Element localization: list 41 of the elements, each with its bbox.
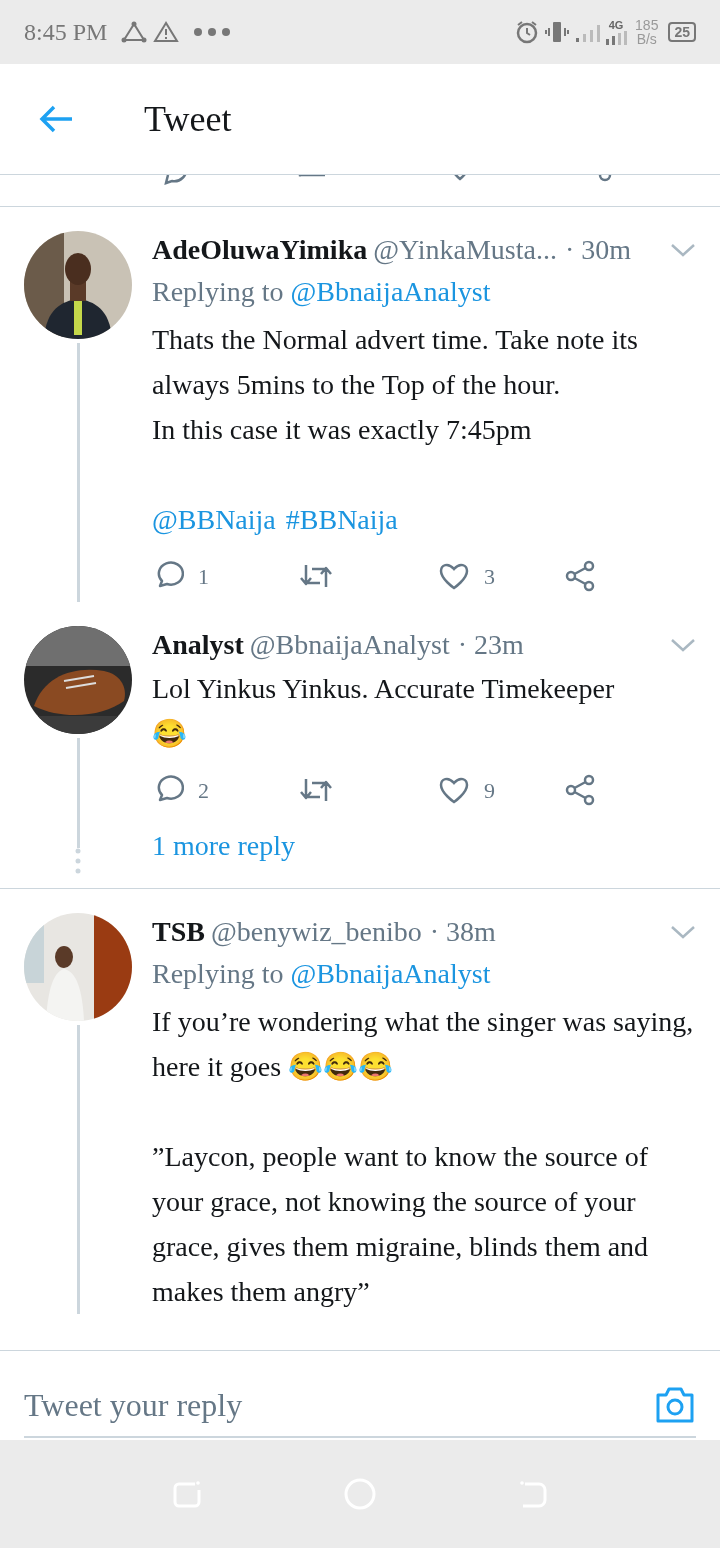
hashtag-link[interactable]: #BBNaija bbox=[285, 497, 398, 542]
like-count: 9 bbox=[484, 776, 496, 805]
signal-icon bbox=[605, 30, 628, 45]
tweet-text: If you’re wondering what the singer was saying, here it goes 😂😂😂 ”Laycon, people want to know the source of your grace, not knowing the source of your grace, gives them migraine, blinds them and makes them angry” bbox=[152, 1005, 695, 1309]
tweet-text: Thats the Normal advert time. Take note its always 5mins to the Top of the hour. In this case it was exactly 7:45pm bbox=[152, 323, 639, 447]
alarm-icon bbox=[515, 20, 540, 44]
clock-time: 8:45 PM bbox=[24, 18, 108, 47]
more-replies-link[interactable]: 1 more reply bbox=[152, 826, 696, 866]
page-title: Tweet bbox=[144, 98, 232, 141]
back-arrow-icon[interactable] bbox=[38, 104, 74, 134]
hashtag-link[interactable]: @BBNaija bbox=[152, 497, 276, 542]
share-icon[interactable] bbox=[564, 560, 596, 592]
tweet-text: Lol Yinkus Yinkus. Accurate Timekeeper 😂 bbox=[152, 672, 616, 751]
heart-icon[interactable] bbox=[438, 775, 470, 805]
tweet-time: · 30m bbox=[564, 233, 631, 267]
share-icon[interactable] bbox=[564, 774, 596, 806]
heart-icon[interactable] bbox=[438, 561, 470, 591]
battery-indicator: 25 bbox=[668, 22, 696, 42]
warning-icon bbox=[153, 21, 180, 43]
more-icon bbox=[193, 27, 232, 37]
user-handle[interactable]: @BbnaijaAnalyst bbox=[249, 626, 450, 664]
reply-input-field[interactable]: Tweet your reply bbox=[24, 1380, 654, 1429]
user-name[interactable]: AdeOluwaYimika bbox=[152, 231, 368, 269]
tweet-time: · 38m bbox=[429, 915, 496, 949]
mention-link[interactable]: @BbnaijaAnalyst bbox=[290, 276, 491, 307]
user-handle[interactable]: @YinkaMusta... bbox=[373, 231, 557, 269]
speed-unit: B/s bbox=[636, 32, 657, 46]
replying-label: Replying to bbox=[152, 958, 284, 989]
replying-label: Replying to bbox=[152, 276, 284, 307]
user-handle[interactable]: @benywiz_benibo bbox=[210, 913, 422, 951]
vibrate-icon bbox=[545, 20, 570, 44]
tweet-time: · 23m bbox=[457, 628, 524, 662]
speed-value: 185 bbox=[635, 18, 659, 32]
user-name[interactable]: Analyst bbox=[152, 626, 244, 664]
reply-count: 1 bbox=[198, 562, 210, 591]
network-type: 4G bbox=[608, 19, 624, 31]
user-name[interactable]: TSB bbox=[152, 913, 205, 951]
reply-count: 2 bbox=[198, 776, 210, 805]
triangle-nodes-icon bbox=[121, 21, 148, 43]
like-count: 3 bbox=[484, 562, 496, 591]
mention-link[interactable]: @BbnaijaAnalyst bbox=[290, 958, 491, 989]
